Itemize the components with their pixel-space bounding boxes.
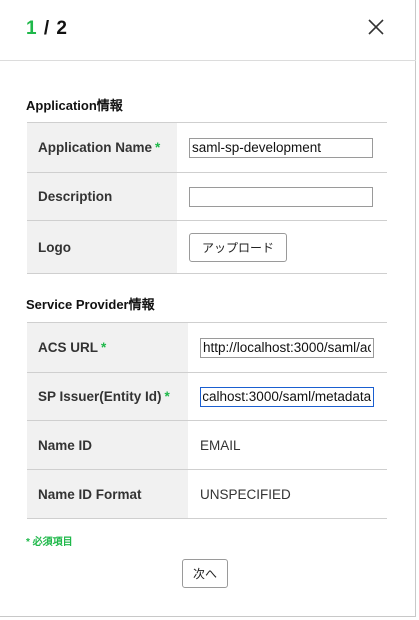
sp-issuer-cell <box>188 372 387 421</box>
application-name-label: Application Name * <box>27 122 177 173</box>
form-row-description: Description <box>27 172 387 221</box>
acs-url-cell <box>188 322 387 373</box>
description-label: Description <box>27 172 177 221</box>
upload-button[interactable]: アップロード <box>189 232 288 262</box>
name-id-label: Name ID <box>27 420 188 470</box>
close-icon[interactable] <box>366 17 386 37</box>
acs-url-label: ACS URL * <box>27 322 188 373</box>
form-row-logo: Logo アップロード <box>27 220 387 274</box>
acs-url-input[interactable] <box>200 337 374 358</box>
logo-label: Logo <box>27 220 177 274</box>
name-id-value: EMAIL <box>188 420 387 470</box>
sp-issuer-input[interactable] <box>200 386 374 407</box>
logo-cell: アップロード <box>177 220 387 274</box>
application-form-table: Application Name* Description Logo アップロー… <box>27 122 387 274</box>
application-name-input[interactable] <box>189 137 373 158</box>
create-app-modal: 1 / 2 Application情報 Application Name* De… <box>0 0 416 617</box>
form-row-sp-issuer: SP Issuer(Entity Id) * <box>27 372 387 421</box>
form-row-name-id-format: Name ID Format UNSPECIFIED <box>27 469 387 519</box>
modal-header: 1 / 2 <box>0 0 416 61</box>
name-id-format-value: UNSPECIFIED <box>188 469 387 519</box>
application-section-title: Application情報 <box>26 98 123 113</box>
form-row-acs-url: ACS URL * <box>27 322 387 373</box>
required-mark: * <box>164 389 170 404</box>
current-step: 1 <box>26 18 38 39</box>
required-fields-note: * 必須項目 <box>26 537 73 548</box>
service-provider-section-title: Service Provider情報 <box>26 297 155 312</box>
application-name-cell <box>177 122 387 173</box>
required-mark: * <box>101 340 107 355</box>
form-row-name-id: Name ID EMAIL <box>27 420 387 470</box>
sp-issuer-label: SP Issuer(Entity Id) * <box>27 372 188 421</box>
form-row-application-name: Application Name * <box>27 122 387 173</box>
description-cell <box>177 172 387 221</box>
service-provider-form-table: ACS URL* SP Issuer(Entity Id)* Name ID E… <box>27 322 387 519</box>
description-input[interactable] <box>189 186 373 207</box>
required-mark: * <box>155 140 161 155</box>
step-indicator: 1 / 2 <box>26 18 68 40</box>
next-button[interactable]: 次へ <box>182 559 229 588</box>
total-step: / 2 <box>43 18 68 39</box>
name-id-format-label: Name ID Format <box>27 469 188 519</box>
